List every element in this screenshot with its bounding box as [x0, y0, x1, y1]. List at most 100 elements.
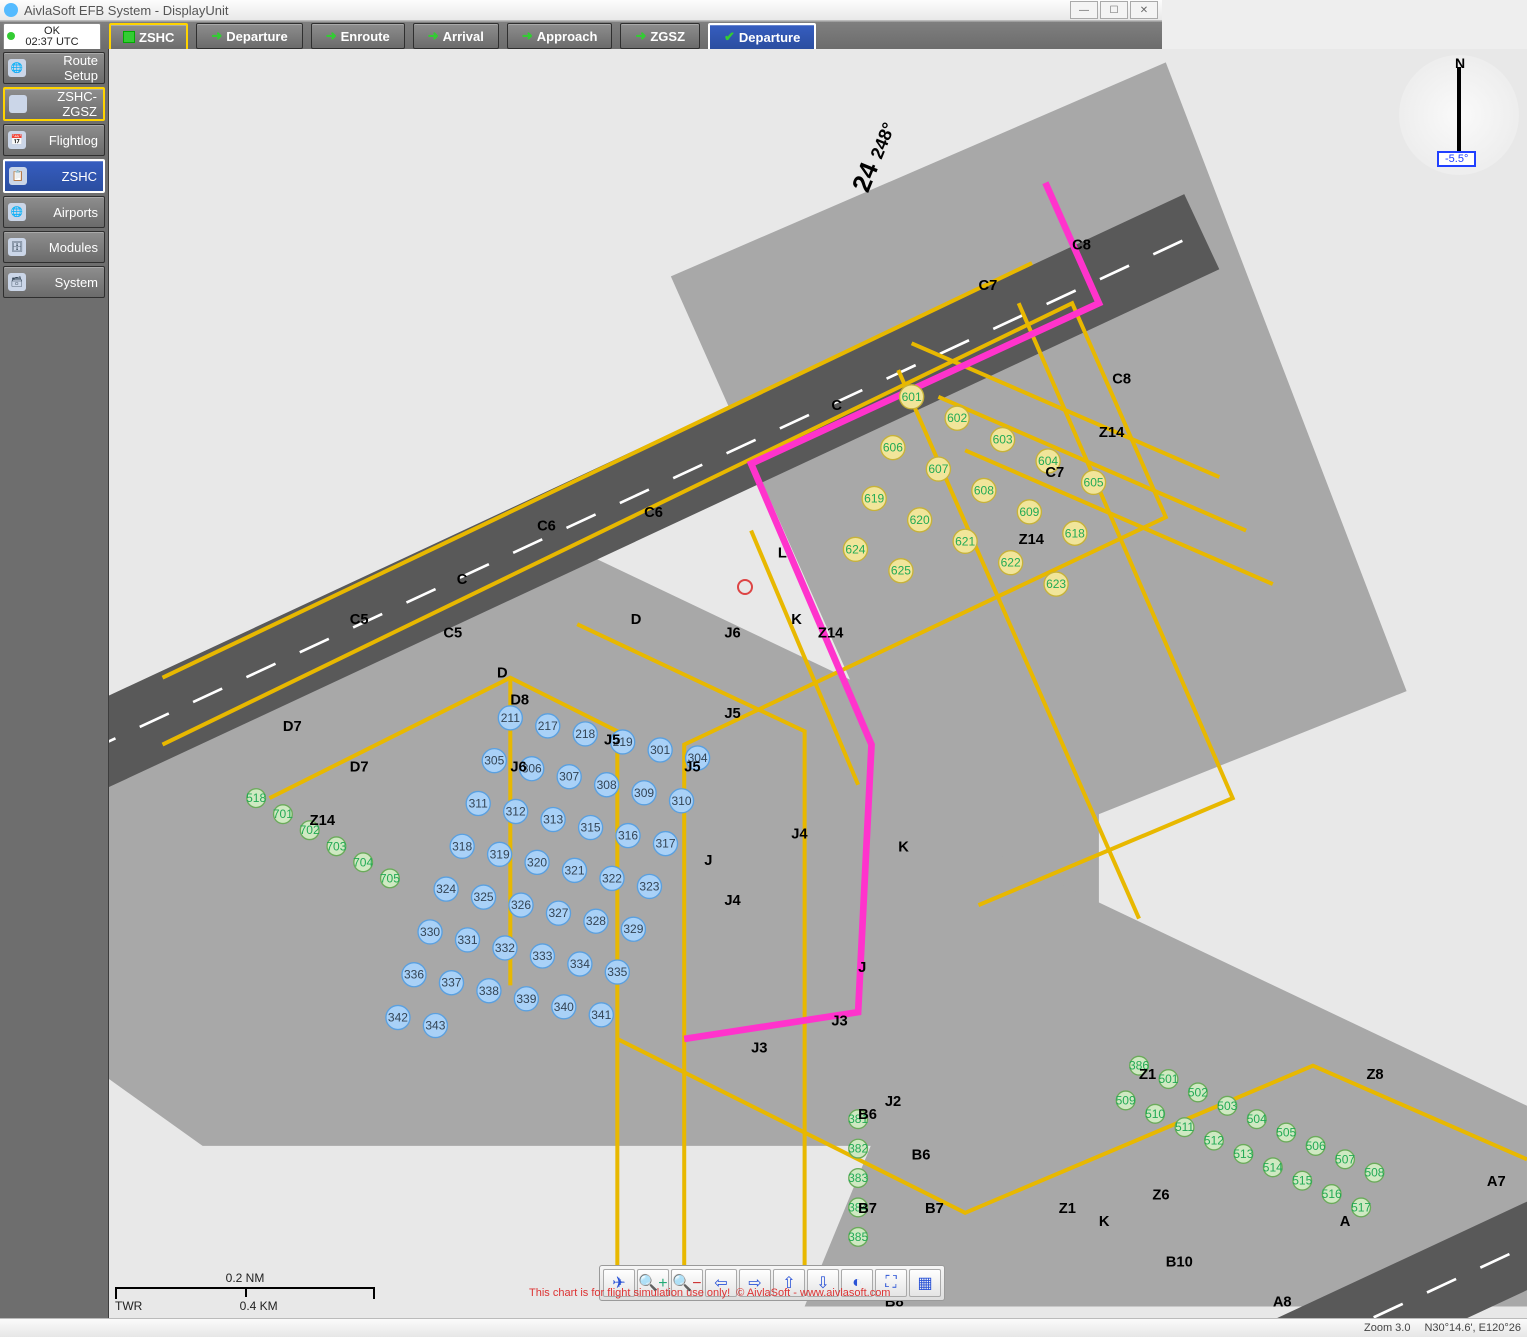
svg-text:619: 619 [864, 491, 884, 505]
svg-text:513: 513 [1233, 1147, 1253, 1161]
svg-text:343: 343 [425, 1019, 445, 1033]
svg-text:K: K [791, 612, 802, 628]
svg-text:624: 624 [845, 542, 865, 556]
svg-text:328: 328 [586, 914, 606, 928]
window-minimize-button[interactable]: — [1070, 1, 1098, 19]
window-maximize-button[interactable]: ☐ [1100, 1, 1128, 19]
window-titlebar: AivlaSoft EFB System - DisplayUnit — ☐ ✕ [0, 0, 1162, 21]
svg-text:C8: C8 [1072, 238, 1091, 254]
svg-text:621: 621 [955, 534, 975, 548]
phase-tab-label: Arrival [443, 29, 484, 44]
svg-text:B6: B6 [912, 1147, 931, 1163]
sidebar: 🌐Route SetupZSHC-ZGSZ📅Flightlog📋ZSHC🌐Air… [0, 49, 109, 1319]
phase-tab-dep2[interactable]: ✔Departure [708, 23, 816, 51]
svg-text:337: 337 [441, 976, 461, 990]
svg-text:J5: J5 [604, 733, 620, 749]
svg-text:J3: J3 [831, 1014, 847, 1030]
svg-text:J3: J3 [751, 1040, 767, 1056]
phase-tab-enroute[interactable]: ➜ Enroute [311, 23, 405, 49]
svg-text:331: 331 [457, 933, 477, 947]
svg-text:605: 605 [1084, 475, 1104, 489]
window-close-button[interactable]: ✕ [1130, 1, 1158, 19]
phase-tab-label: Enroute [341, 29, 390, 44]
svg-text:B6: B6 [858, 1107, 877, 1123]
svg-text:618: 618 [1065, 526, 1085, 540]
svg-text:J6: J6 [510, 759, 526, 775]
svg-text:Z8: Z8 [1366, 1067, 1383, 1083]
window-title: AivlaSoft EFB System - DisplayUnit [24, 3, 228, 18]
sidebar-item-system[interactable]: 🗃System [3, 266, 105, 298]
svg-text:385: 385 [848, 1230, 868, 1244]
svg-text:309: 309 [634, 786, 654, 800]
svg-text:332: 332 [495, 941, 515, 955]
svg-text:A8: A8 [1273, 1294, 1292, 1310]
svg-text:J5: J5 [724, 706, 740, 722]
svg-text:609: 609 [1019, 505, 1039, 519]
svg-text:K: K [898, 840, 909, 856]
svg-text:342: 342 [388, 1011, 408, 1025]
sidebar-item-airports[interactable]: 🌐Airports [3, 196, 105, 228]
svg-text:516: 516 [1322, 1187, 1342, 1201]
svg-text:339: 339 [516, 992, 536, 1006]
svg-text:301: 301 [650, 743, 670, 757]
svg-text:603: 603 [993, 433, 1013, 447]
svg-text:C7: C7 [979, 278, 998, 294]
svg-text:J2: J2 [885, 1094, 901, 1110]
phase-tab-departure[interactable]: ➜Departure [196, 23, 302, 49]
svg-text:335: 335 [607, 965, 627, 979]
svg-text:602: 602 [947, 411, 967, 425]
svg-text:502: 502 [1188, 1085, 1208, 1099]
origin-square-icon [123, 31, 135, 43]
ground-chart[interactable]: 2112172182193013043053063073083093103113… [109, 49, 1527, 1319]
phase-tab-approach[interactable]: ➜Approach [507, 23, 613, 49]
sidebar-item-modules[interactable]: 🗄Modules [3, 231, 105, 263]
svg-text:C5: C5 [350, 612, 369, 628]
coordinates-label: N30°14.6', E120°26 [1424, 1322, 1521, 1334]
svg-text:B7: B7 [858, 1201, 877, 1217]
svg-text:510: 510 [1145, 1107, 1165, 1121]
svg-text:623: 623 [1046, 577, 1066, 591]
svg-text:506: 506 [1306, 1139, 1326, 1153]
sidebar-item-routesetup[interactable]: 🌐Route Setup [3, 52, 105, 84]
grid-toggle-icon[interactable]: ▦ [909, 1269, 941, 1297]
routesetup-icon: 🌐 [8, 59, 26, 77]
phase-tab-arrival[interactable]: ➜Arrival [413, 23, 499, 49]
svg-text:317: 317 [655, 837, 675, 851]
svg-text:336: 336 [404, 968, 424, 982]
svg-text:382: 382 [848, 1142, 868, 1156]
svg-text:Z6: Z6 [1152, 1187, 1169, 1203]
airport-diagram-svg[interactable]: 2112172182193013043053063073083093103113… [109, 49, 1527, 1336]
sidebar-item-zshc[interactable]: 📋ZSHC [3, 159, 105, 193]
svg-text:327: 327 [548, 906, 568, 920]
sidebar-item-flightlog[interactable]: 📅Flightlog [3, 124, 105, 156]
svg-text:B10: B10 [1166, 1254, 1193, 1270]
arrow-right-icon: ➜ [635, 28, 646, 44]
svg-text:622: 622 [1001, 556, 1021, 570]
svg-text:334: 334 [570, 957, 590, 971]
compass-needle-icon [1457, 67, 1461, 155]
svg-text:C5: C5 [443, 626, 462, 642]
svg-text:D: D [497, 666, 508, 682]
svg-text:305: 305 [484, 754, 504, 768]
svg-text:218: 218 [575, 727, 595, 741]
sidebar-item-pair[interactable]: ZSHC-ZGSZ [3, 87, 105, 121]
svg-text:383: 383 [848, 1171, 868, 1185]
svg-text:D: D [631, 612, 642, 628]
flightlog-icon: 📅 [8, 131, 26, 149]
svg-text:608: 608 [974, 483, 994, 497]
sidebar-item-label: Modules [30, 240, 100, 255]
svg-text:321: 321 [564, 863, 584, 877]
status-bar: Zoom 3.0 N30°14.6', E120°26 [0, 1318, 1527, 1337]
svg-text:C6: C6 [537, 519, 556, 535]
phase-tab-label: Approach [537, 29, 598, 44]
svg-text:340: 340 [554, 1000, 574, 1014]
magnetic-variation-label: -5.5° [1437, 151, 1476, 167]
svg-text:316: 316 [618, 829, 638, 843]
phase-tab-origin[interactable]: ZSHC [109, 23, 188, 51]
svg-text:J4: J4 [791, 826, 808, 842]
svg-text:601: 601 [902, 390, 922, 404]
arrow-right-icon: ➜ [326, 28, 337, 44]
phase-tab-dest[interactable]: ➜ZGSZ [620, 23, 700, 49]
svg-text:323: 323 [639, 879, 659, 893]
svg-text:Z1: Z1 [1059, 1201, 1076, 1217]
